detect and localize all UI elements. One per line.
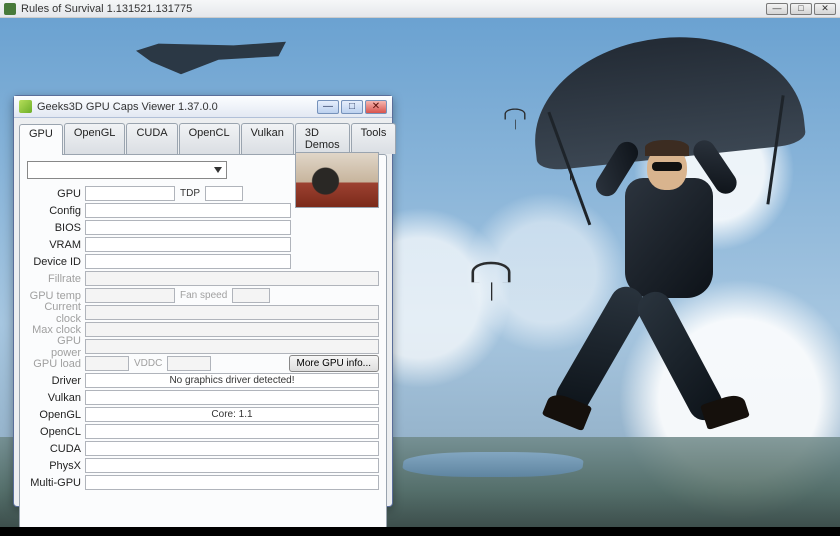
tab-cuda[interactable]: CUDA	[126, 123, 177, 154]
outer-window-content: Geeks3D GPU Caps Viewer 1.37.0.0 — □ ✕ G…	[0, 18, 840, 527]
label-config: Config	[27, 205, 85, 217]
tab-label: Vulkan	[251, 127, 284, 139]
label-opengl: OpenGL	[27, 409, 85, 421]
gpu-app-icon	[19, 100, 32, 113]
label-cuda: CUDA	[27, 443, 85, 455]
field-driver: No graphics driver detected!	[85, 373, 379, 388]
field-opengl: Core: 1.1	[85, 407, 379, 422]
label-fan-speed: Fan speed	[175, 290, 232, 301]
field-vram	[85, 237, 291, 252]
tab-label: CUDA	[136, 127, 167, 139]
label-multi-gpu: Multi-GPU	[27, 477, 85, 489]
more-gpu-info-button[interactable]: More GPU info...	[289, 355, 379, 372]
field-gpu-temp	[85, 288, 175, 303]
gpu-window-titlebar[interactable]: Geeks3D GPU Caps Viewer 1.37.0.0 — □ ✕	[14, 96, 392, 118]
field-gpu-load	[85, 356, 129, 371]
label-gpu-power: GPU power	[27, 335, 85, 359]
label-bios: BIOS	[27, 222, 85, 234]
background-parachute	[505, 108, 526, 119]
field-opencl	[85, 424, 379, 439]
tab-3d-demos[interactable]: 3D Demos	[295, 123, 350, 154]
field-multi-gpu	[85, 475, 379, 490]
gpu-minimize-button[interactable]: —	[317, 100, 339, 114]
field-vulkan	[85, 390, 379, 405]
field-max-clock	[85, 322, 379, 337]
outer-maximize-button[interactable]: □	[790, 3, 812, 15]
desktop: Rules of Survival 1.131521.131775 — □ ✕	[0, 0, 840, 536]
app-icon	[4, 3, 16, 15]
gpu-tab-panel: GPU TDP Config BIOS VRAM Device ID Fillr…	[19, 154, 387, 527]
gpu-caps-viewer-window[interactable]: Geeks3D GPU Caps Viewer 1.37.0.0 — □ ✕ G…	[13, 95, 393, 507]
field-device-id	[85, 254, 291, 269]
label-vram: VRAM	[27, 239, 85, 251]
tab-label: OpenCL	[189, 127, 230, 139]
tab-bar: GPU OpenGL CUDA OpenCL Vulkan 3D Demos T…	[14, 118, 392, 154]
tab-label: Tools	[361, 127, 387, 139]
label-gpu: GPU	[27, 188, 85, 200]
outer-window-titlebar[interactable]: Rules of Survival 1.131521.131775 — □ ✕	[0, 0, 840, 18]
field-config	[85, 203, 291, 218]
chevron-down-icon	[214, 167, 222, 173]
field-physx	[85, 458, 379, 473]
field-tdp	[205, 186, 243, 201]
label-fillrate: Fillrate	[27, 273, 85, 285]
gpu-close-button[interactable]: ✕	[365, 100, 387, 114]
tab-tools[interactable]: Tools	[351, 123, 397, 154]
tab-gpu[interactable]: GPU	[19, 124, 63, 155]
background-parachute	[472, 262, 511, 283]
outer-close-button[interactable]: ✕	[814, 3, 836, 15]
label-physx: PhysX	[27, 460, 85, 472]
field-gpu-power	[85, 339, 379, 354]
label-vddc: VDDC	[129, 358, 167, 369]
field-fillrate	[85, 271, 379, 286]
gpu-maximize-button[interactable]: □	[341, 100, 363, 114]
label-tdp: TDP	[175, 188, 205, 199]
field-cuda	[85, 441, 379, 456]
field-gpu	[85, 186, 175, 201]
field-bios	[85, 220, 291, 235]
gpu-select-dropdown[interactable]	[27, 161, 227, 179]
tab-vulkan[interactable]: Vulkan	[241, 123, 294, 154]
label-opencl: OpenCL	[27, 426, 85, 438]
tab-label: 3D Demos	[305, 127, 340, 151]
outer-minimize-button[interactable]: —	[766, 3, 788, 15]
character	[525, 68, 795, 448]
field-fan-speed	[232, 288, 270, 303]
field-current-clock	[85, 305, 379, 320]
button-label: More GPU info...	[297, 358, 371, 369]
tab-opencl[interactable]: OpenCL	[179, 123, 240, 154]
gpu-thumbnail	[295, 152, 379, 208]
outer-window-title: Rules of Survival 1.131521.131775	[21, 3, 192, 15]
background-river	[401, 452, 585, 477]
gpu-window-title: Geeks3D GPU Caps Viewer 1.37.0.0	[37, 101, 218, 113]
character-sunglasses	[652, 162, 682, 171]
field-vddc	[167, 356, 211, 371]
label-current-clock: Current clock	[27, 301, 85, 325]
label-driver: Driver	[27, 375, 85, 387]
tab-label: GPU	[29, 128, 53, 140]
tab-label: OpenGL	[74, 127, 116, 139]
label-device-id: Device ID	[27, 256, 85, 268]
character-torso	[625, 178, 713, 298]
label-gpu-load: GPU load	[27, 358, 85, 370]
label-vulkan: Vulkan	[27, 392, 85, 404]
tab-opengl[interactable]: OpenGL	[64, 123, 126, 154]
character-hair	[645, 140, 689, 156]
